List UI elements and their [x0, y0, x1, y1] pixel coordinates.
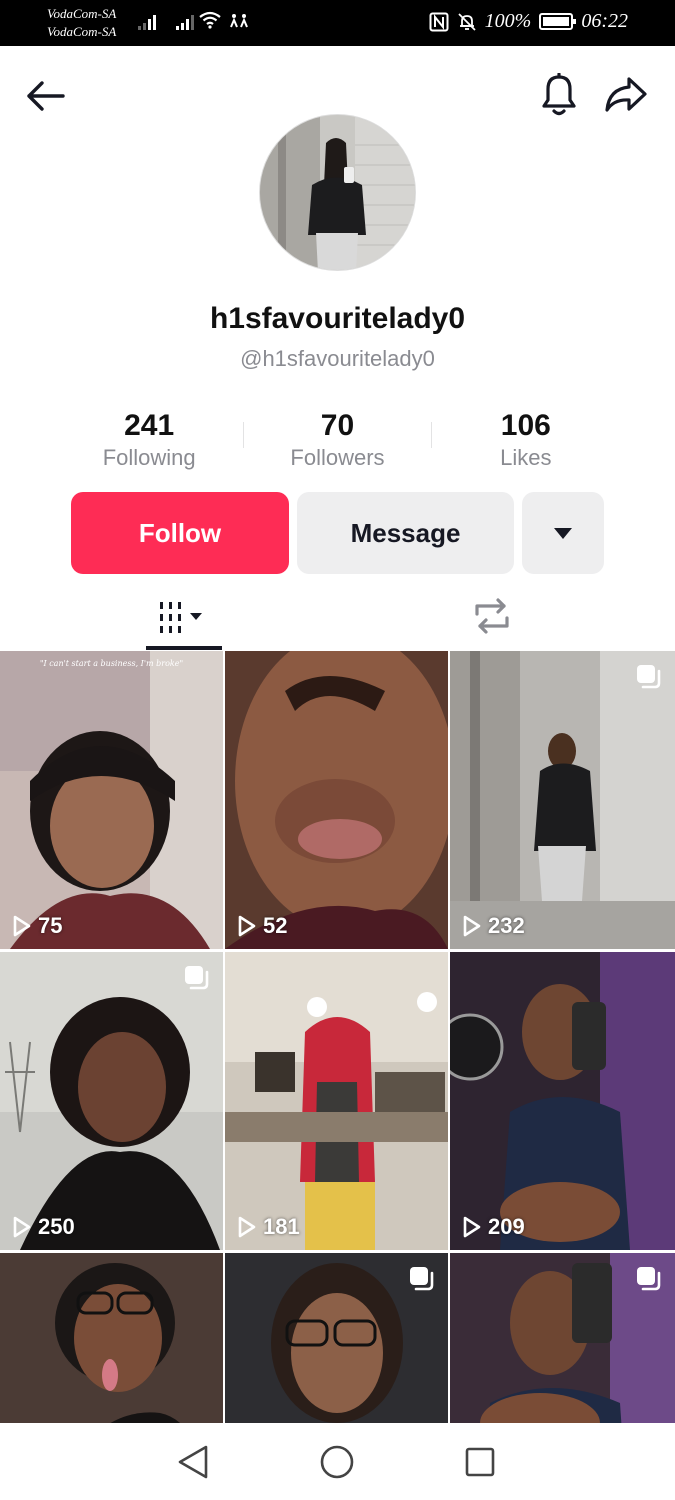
carrier-names: VodaCom-SA VodaCom-SA	[47, 5, 116, 41]
content-tabs	[0, 586, 675, 650]
video-tile[interactable]: 52	[225, 651, 448, 949]
bell-icon	[542, 73, 576, 116]
back-triangle-icon	[178, 1445, 208, 1479]
carrier-1: VodaCom-SA	[47, 6, 117, 21]
share-button[interactable]	[602, 72, 650, 118]
active-tab-indicator	[146, 646, 222, 650]
signal-icon-2	[176, 12, 194, 30]
profile-stats: 241 Following 70 Followers 106 Likes	[55, 408, 620, 470]
nav-home-button[interactable]	[316, 1441, 358, 1483]
video-thumbnail	[225, 952, 448, 1250]
likes-count: 106	[500, 409, 551, 442]
video-tile[interactable]	[0, 1253, 223, 1423]
photo-carousel-icon	[635, 663, 663, 696]
back-button[interactable]	[22, 74, 68, 118]
view-count-value: 250	[38, 1214, 75, 1239]
home-circle-icon	[320, 1445, 354, 1479]
play-icon	[463, 1216, 481, 1238]
view-count: 209	[462, 1214, 525, 1240]
recents-square-icon	[465, 1447, 495, 1477]
nav-recents-button[interactable]	[459, 1441, 501, 1483]
stat-likes: 106 Likes	[432, 408, 620, 470]
view-count-value: 181	[263, 1214, 300, 1239]
status-bar: VodaCom-SA VodaCom-SA 100% 06:22	[0, 0, 675, 46]
following-label: Following	[102, 445, 196, 470]
likes-label: Likes	[500, 445, 552, 470]
play-icon	[463, 915, 481, 937]
display-name: h1sfavouritelady0	[209, 302, 466, 335]
photo-carousel-icon	[408, 1265, 436, 1298]
share-arrow-icon	[605, 77, 647, 112]
view-count: 52	[237, 913, 287, 939]
followers-label: Followers	[290, 445, 385, 470]
battery-icon	[539, 13, 577, 30]
repost-icon	[475, 598, 509, 634]
video-tile[interactable]: 250	[0, 952, 223, 1250]
hotspot-icon	[230, 14, 248, 28]
clock: 06:22	[581, 10, 628, 32]
status-right: 100% 06:22	[429, 10, 628, 33]
notification-button[interactable]	[536, 72, 582, 118]
stat-followers[interactable]: 70 Followers	[243, 408, 431, 470]
stat-divider	[243, 422, 244, 448]
avatar-photo	[260, 115, 415, 270]
more-options-button[interactable]	[522, 492, 604, 574]
video-caption: "I can't start a business, I'm broke"	[39, 659, 184, 668]
username-handle: @h1sfavouritelady0	[240, 346, 435, 371]
play-icon	[13, 1216, 31, 1238]
nav-back-button[interactable]	[172, 1441, 214, 1483]
nfc-icon	[429, 12, 449, 31]
video-tile[interactable]	[225, 1253, 448, 1423]
view-count: 232	[462, 913, 525, 939]
profile-avatar[interactable]	[259, 114, 416, 271]
follow-button[interactable]: Follow	[71, 492, 289, 574]
stat-divider	[431, 422, 432, 448]
view-count-value: 75	[38, 913, 63, 938]
view-count: 181	[237, 1214, 300, 1240]
system-nav-bar	[0, 1423, 675, 1500]
photo-carousel-icon	[183, 964, 211, 997]
video-thumbnail	[0, 651, 223, 949]
wifi-icon	[199, 11, 221, 29]
view-count-value: 52	[263, 913, 288, 938]
video-tile[interactable]: 181	[225, 952, 448, 1250]
arrow-left-icon	[27, 81, 65, 111]
view-count-value: 232	[488, 913, 525, 938]
play-icon	[238, 915, 256, 937]
tab-videos[interactable]	[146, 586, 222, 650]
following-count: 241	[124, 409, 175, 442]
followers-count: 70	[320, 409, 355, 442]
video-thumbnail	[450, 952, 675, 1250]
video-grid: "I can't start a business, I'm broke" 75…	[0, 651, 675, 1423]
message-button[interactable]: Message	[297, 492, 514, 574]
video-tile[interactable]: 232	[450, 651, 675, 949]
carrier-2: VodaCom-SA	[47, 24, 117, 39]
play-icon	[238, 1216, 256, 1238]
video-tile[interactable]: 209	[450, 952, 675, 1250]
photo-carousel-icon	[635, 1265, 663, 1298]
connectivity-icons	[198, 10, 250, 30]
video-thumbnail	[0, 1253, 223, 1423]
mute-bell-icon	[458, 12, 476, 31]
view-count: 250	[12, 1214, 75, 1240]
stat-following[interactable]: 241 Following	[55, 408, 243, 470]
tab-reposts[interactable]	[454, 586, 530, 646]
video-tile[interactable]: "I can't start a business, I'm broke" 75	[0, 651, 223, 949]
videos-grid-icon	[160, 602, 202, 633]
video-tile[interactable]	[450, 1253, 675, 1423]
view-count: 75	[12, 913, 62, 939]
battery-percent: 100%	[484, 10, 532, 32]
play-icon	[13, 915, 31, 937]
video-thumbnail	[225, 651, 448, 949]
view-count-value: 209	[488, 1214, 525, 1239]
caret-down-icon	[554, 528, 572, 539]
signal-icon	[138, 12, 156, 30]
